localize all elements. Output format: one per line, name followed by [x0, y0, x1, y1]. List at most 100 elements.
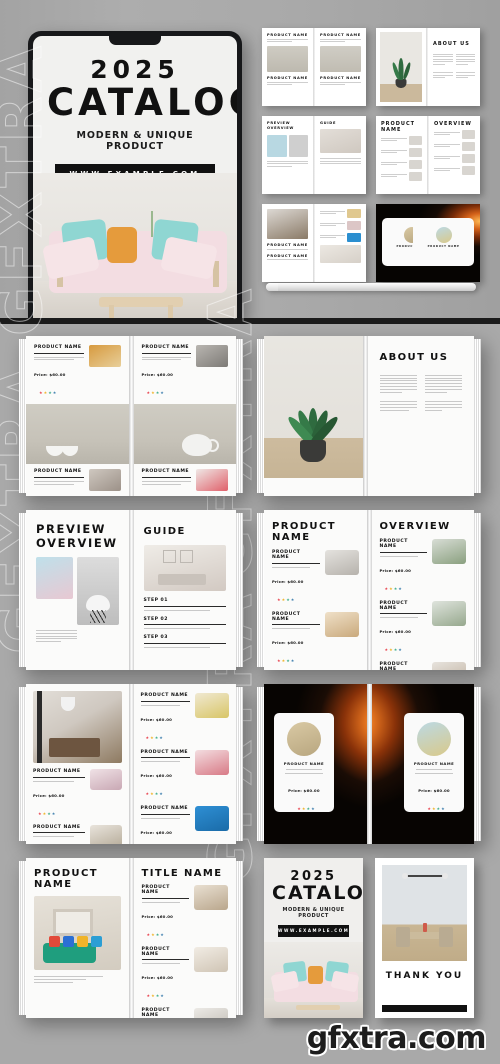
tablet-screen: 2025 CATALOG MODERN & UNIQUE PRODUCT WWW…	[33, 36, 237, 320]
product-thumbnail	[89, 824, 122, 844]
product-list-item: PRODUCT NAME Price: $60.00 ★★★★	[272, 611, 359, 668]
thumb-page-right: GUIDE	[315, 116, 366, 194]
thumbnail-row: PRODUCT NAME PRODUCT NAME PRODUCT NAME P…	[262, 28, 480, 106]
product-price: Price: $60.00	[141, 913, 174, 919]
spreads-gallery: GFXTRA GFXTRA GFXTRA GFXTRA PRODUCT NAME	[0, 41, 500, 1064]
product-name: PRODUCT NAME	[140, 806, 189, 811]
product-price: Price: $60.00	[140, 773, 173, 778]
thumb-header: PRODUCT NAME	[267, 243, 308, 247]
page-right: PRODUCT NAME Price: $60.00 ★★★★	[133, 336, 236, 496]
preview-heading-line2: OVERVIEW	[36, 536, 118, 551]
product-name: PRODUCT NAME	[379, 600, 408, 611]
thumb-header: PRODUCT NAME	[267, 253, 308, 258]
photo-plant-stem	[151, 211, 153, 237]
product-card: PRODUCT NAME Price: $60.00 ★★★★	[274, 712, 334, 812]
title-name-heading: TITLE NAME	[141, 868, 223, 879]
page-left: PRODUCT NAME Price: $60.00 ★★★★ PRODUCT …	[26, 684, 129, 844]
product-thumbnail	[88, 469, 121, 492]
product-list-item: PRODUCT NAME Price: $60.00 ★★★★	[33, 769, 122, 820]
spread-about-us[interactable]: ABOUT US	[257, 336, 481, 496]
product-price: Price: $60.00	[272, 578, 304, 584]
product-name: PRODUCT NAME	[272, 611, 301, 622]
thumb-spread-preview-guide[interactable]: PREVIEW OVERVIEW GUIDE	[262, 116, 366, 194]
thumb-spread-product-overview[interactable]: PRODUCT NAME OVERVIEW	[376, 116, 480, 194]
product-thumbnail	[432, 600, 466, 626]
product-circle-image	[286, 721, 321, 756]
thumb-spread-products-teapot[interactable]: PRODUCT NAME PRODUCT NAME PRODUCT NAME P…	[262, 28, 366, 106]
spread-preview-guide[interactable]: PREVIEW OVERVIEW GUIDE STEP 01 STEP 02 S…	[19, 510, 243, 670]
cover-subtitle: MODERN & UNIQUE PRODUCT	[76, 129, 194, 152]
page-right: ABOUT US	[367, 336, 474, 496]
product-name: PRODUCT NAME	[413, 760, 455, 766]
product-name-heading: PRODUCT NAME	[34, 868, 98, 890]
product-list-item: PRODUCT NAME Price: $60.00 ★★★★	[379, 662, 466, 670]
gallery-row: PRODUCT NAME Price: $60.00 ★★★★ PRODUCT …	[0, 684, 500, 844]
guide-heading: GUIDE	[143, 526, 186, 537]
product-list-item: PRODUCT NAME Price: $60.00 ★★★★	[140, 749, 229, 801]
product-card: PRODUCT NAME Price: $60.00 ★★★★	[404, 712, 464, 812]
cover-photo-sofa-scene	[33, 173, 237, 320]
thumb-header: PRODUCT NAME	[267, 33, 308, 37]
product-name: PRODUCT NAME	[379, 662, 408, 670]
cover-title: CATALOG	[272, 882, 363, 904]
thumb-spread-about-us[interactable]: ABOUT US	[376, 28, 480, 106]
rating-stars: ★★★★	[277, 596, 296, 602]
product-list-item: PRODUCT NAME Price: $60.00 ★★★★	[140, 693, 229, 744]
spread-dark-lamp[interactable]: PRODUCT NAME Price: $60.00 ★★★★ PRODUCT …	[257, 684, 481, 844]
spread-products-teapot[interactable]: PRODUCT NAME Price: $60.00 ★★★★ PRODUCT …	[19, 336, 243, 496]
thank-you-label: THANK YOU	[385, 971, 464, 981]
product-price: Price: $60.00	[418, 787, 450, 793]
thumb-spread-dark-lamp[interactable]: PRODUCT NAME PRODUCT NAME	[376, 204, 480, 282]
product-thumbnail	[196, 469, 228, 492]
page-right: OVERVIEW PRODUCT NAME Price: $60.00 ★★★★…	[371, 510, 474, 670]
thumb-product-card: PRODUCT NAME	[413, 218, 474, 267]
overview-heading: OVERVIEW	[379, 521, 451, 532]
product-thumbnail	[196, 345, 228, 367]
gallery-row: PRODUCT NAME TITLE NAME PRODUCT NAME Pri…	[0, 858, 500, 1018]
feature-photo-plant	[264, 336, 363, 478]
back-cover-page[interactable]: THANK YOU	[375, 858, 474, 1018]
photo-wall-frame	[53, 909, 93, 936]
product-name: PRODUCT NAME	[34, 469, 82, 475]
product-price: Price: $60.00	[33, 792, 65, 798]
guide-step-label: STEP 02	[143, 616, 168, 622]
product-name: PRODUCT NAME	[33, 824, 81, 830]
rating-stars: ★★★★	[297, 805, 316, 811]
product-list-item: PRODUCT NAME Price: $60.00 ★★★★	[141, 946, 228, 1003]
thumb-spread-interior-list[interactable]: PRODUCT NAME PRODUCT NAME	[262, 204, 366, 282]
photo-bowl	[62, 446, 78, 457]
product-thumbnail	[194, 946, 228, 972]
product-name: PRODUCT NAME	[141, 885, 170, 895]
product-name-heading: PRODUCT NAME	[272, 521, 336, 543]
rating-stars: ★★★★	[145, 791, 164, 796]
gallery-row: PREVIEW OVERVIEW GUIDE STEP 01 STEP 02 S…	[0, 510, 500, 670]
product-price: Price: $60.00	[140, 829, 173, 835]
product-price: Price: $60.00	[141, 975, 174, 980]
page-right: PRODUCT NAME Price: $60.00 ★★★★	[371, 684, 474, 844]
front-cover-page[interactable]: 2025 CATALOG MODERN & UNIQUE PRODUCT WWW…	[264, 858, 363, 1018]
rating-stars: ★★★★	[38, 810, 57, 816]
product-list-item: PRODUCT NAME Price: $60.00 ★★★★	[272, 550, 359, 606]
thumb-page-left: PRODUCT NAME	[376, 116, 427, 194]
spread-product-overview[interactable]: PRODUCT NAME PRODUCT NAME Price: $60.00 …	[257, 510, 481, 670]
preview-photo-chair	[77, 557, 119, 626]
product-price: Price: $60.00	[379, 567, 412, 573]
thumb-header: OVERVIEW	[434, 121, 472, 127]
product-list-item: PRODUCT NAME Price: $60.00 ★★★★	[379, 600, 466, 657]
rating-stars: ★★★★	[146, 931, 165, 937]
product-name: PRODUCT NAME	[34, 345, 82, 350]
preview-heading-line1: PREVIEW	[36, 522, 107, 536]
rating-stars: ★★★★	[384, 647, 403, 652]
back-cover-photo-dining	[382, 865, 467, 961]
photo-green-sofa	[42, 936, 102, 963]
product-name: PRODUCT NAME	[140, 749, 189, 755]
thumb-page-left: PRODUCT NAME PRODUCT NAME	[262, 28, 313, 106]
spread-interior-list[interactable]: PRODUCT NAME Price: $60.00 ★★★★ PRODUCT …	[19, 684, 243, 844]
about-us-heading: ABOUT US	[379, 352, 449, 363]
feature-photo-tableware	[26, 404, 129, 465]
spread-title-name[interactable]: PRODUCT NAME TITLE NAME PRODUCT NAME Pri…	[19, 858, 243, 1018]
cover-url-bar: WWW.EXAMPLE.COM	[278, 924, 349, 937]
product-name: PRODUCT NAME	[141, 1008, 170, 1018]
product-thumbnail	[194, 885, 228, 910]
product-price: Price: $60.00	[272, 640, 304, 645]
